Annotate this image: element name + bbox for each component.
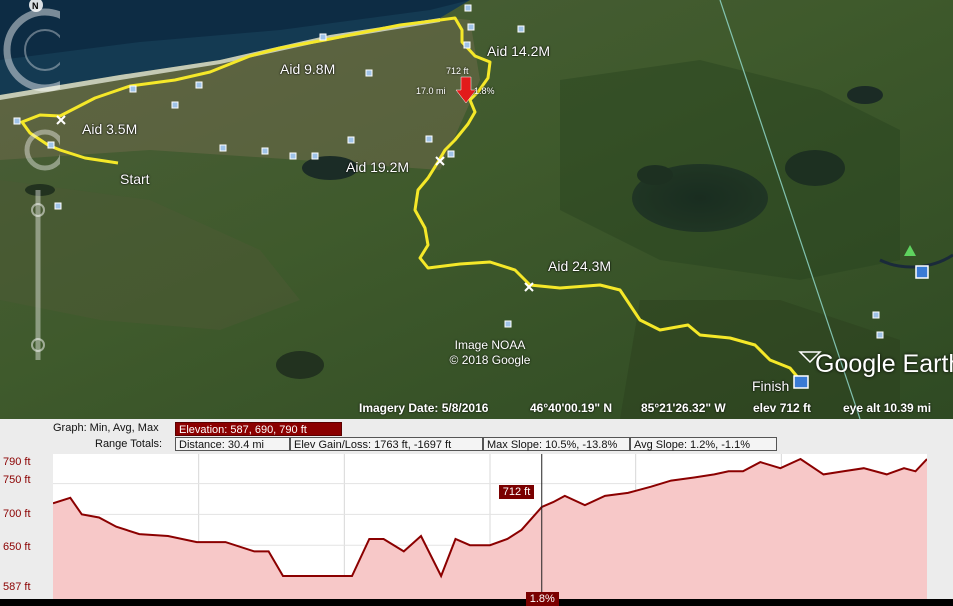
elevation-readout: elev 712 ft [753,401,812,415]
y-tick-label: 587 ft [3,581,31,593]
compass-icon[interactable] [3,0,60,92]
google-earth-logo: Google Earth [815,350,953,378]
y-tick-label: 650 ft [3,541,31,553]
cursor-elevation-tag: 712 ft [498,485,535,500]
latitude: 46°40'00.19" N [530,401,613,415]
aid-station-label: Aid 24.3M [548,258,612,274]
aid-station-label: Aid 3.5M [82,121,138,137]
start-label: Start [120,171,150,187]
y-tick-label: 790 ft [3,456,31,468]
cursor-distance-label: 17.0 mi [416,86,446,96]
cursor-slope-label: 1.8% [474,86,495,96]
look-joystick-icon[interactable] [24,129,60,171]
avg-slope: Avg Slope: 1.2%, -1.1% [630,437,777,451]
y-tick-label: 750 ft [3,474,31,486]
zoom-slider[interactable] [31,190,45,360]
aid-station-label: Aid 9.8M [280,61,336,77]
max-slope: Max Slope: 10.5%, -13.8% [483,437,630,451]
credit-line: Image NOAA [454,338,526,352]
elevation-chart[interactable] [53,454,927,599]
navigation-controls[interactable]: N [0,0,60,410]
cursor-elevation-label: 712 ft [446,66,469,76]
eye-altitude: eye alt 10.39 mi [843,401,932,415]
finish-label: Finish [752,378,790,394]
elevation-profile-panel[interactable]: Graph: Min, Avg, Max Elevation: 587, 690… [0,419,953,606]
compass-north-label: N [32,1,39,11]
elev-gain-loss: Elev Gain/Loss: 1763 ft, -1697 ft [290,437,483,451]
y-tick-label: 700 ft [3,508,31,520]
credit-line: © 2018 Google [449,353,531,367]
distance-total: Distance: 30.4 mi [175,437,290,451]
elevation-stats: Elevation: 587, 690, 790 ft [175,422,342,436]
satellite-map[interactable]: Start Finish Aid 3.5M Aid 9.8M Aid 14.2M… [0,0,953,419]
range-totals-label: Range Totals: [95,438,163,450]
cursor-slope-tag: 1.8% [525,592,559,606]
graph-label: Graph: Min, Avg, Max [53,422,159,434]
longitude: 85°21'26.32" W [641,401,726,415]
imagery-date: Imagery Date: 5/8/2016 [359,401,489,415]
status-bar: Imagery Date: 5/8/2016 46°40'00.19" N 85… [355,399,953,417]
imagery-credit: Image NOAA © 2018 Google [430,338,550,368]
aid-station-label: Aid 14.2M [487,43,551,59]
aid-station-label: Aid 19.2M [346,159,410,175]
